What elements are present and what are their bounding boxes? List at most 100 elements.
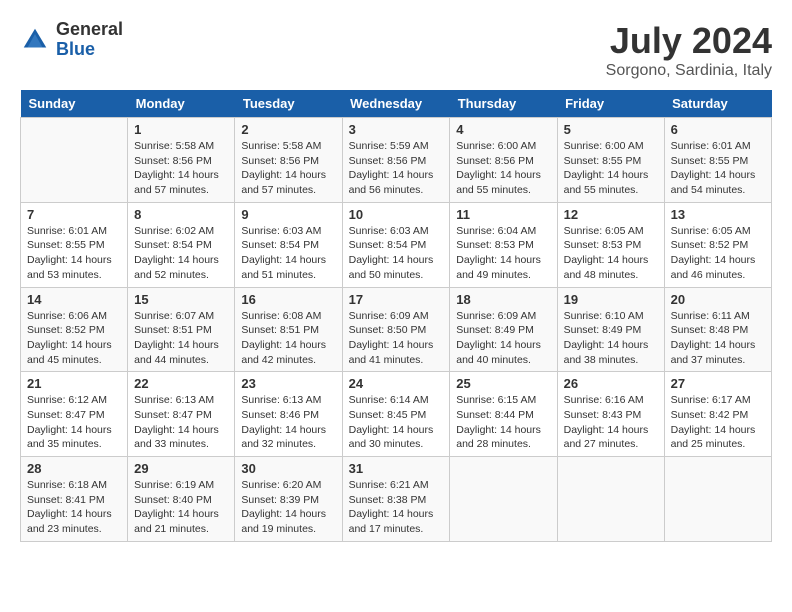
day-number: 28 [27,461,121,476]
calendar-cell: 30 Sunrise: 6:20 AMSunset: 8:39 PMDayligh… [235,457,342,542]
day-info: Sunrise: 6:18 AMSunset: 8:41 PMDaylight:… [27,478,121,537]
day-info: Sunrise: 6:01 AMSunset: 8:55 PMDaylight:… [671,139,765,198]
day-info: Sunrise: 6:10 AMSunset: 8:49 PMDaylight:… [564,309,658,368]
calendar-cell: 8 Sunrise: 6:02 AMSunset: 8:54 PMDaylight… [128,202,235,287]
calendar-cell [21,118,128,203]
day-number: 24 [349,376,444,391]
day-number: 30 [241,461,335,476]
day-info: Sunrise: 6:07 AMSunset: 8:51 PMDaylight:… [134,309,228,368]
day-number: 7 [27,207,121,222]
calendar-cell [664,457,771,542]
calendar-cell: 4Sunrise: 6:00 AMSunset: 8:56 PMDaylight… [450,118,557,203]
day-info: Sunrise: 6:08 AMSunset: 8:51 PMDaylight:… [241,309,335,368]
day-number: 11 [456,207,550,222]
day-number: 3 [349,122,444,137]
calendar-cell: 24 Sunrise: 6:14 AMSunset: 8:45 PMDayligh… [342,372,450,457]
calendar-cell: 26Sunrise: 6:16 AMSunset: 8:43 PMDayligh… [557,372,664,457]
day-number: 21 [27,376,121,391]
day-info: Sunrise: 6:04 AMSunset: 8:53 PMDaylight:… [456,224,550,283]
calendar-cell: 18 Sunrise: 6:09 AMSunset: 8:49 PMDayligh… [450,287,557,372]
day-info: Sunrise: 6:13 AMSunset: 8:46 PMDaylight:… [241,393,335,452]
day-info: Sunrise: 5:58 AMSunset: 8:56 PMDaylight:… [134,139,228,198]
day-number: 2 [241,122,335,137]
day-info: Sunrise: 6:12 AMSunset: 8:47 PMDaylight:… [27,393,121,452]
calendar-week-row: 7Sunrise: 6:01 AMSunset: 8:55 PMDaylight… [21,202,772,287]
day-info: Sunrise: 6:09 AMSunset: 8:50 PMDaylight:… [349,309,444,368]
logo-icon [20,25,50,55]
calendar-cell: 15 Sunrise: 6:07 AMSunset: 8:51 PMDayligh… [128,287,235,372]
day-number: 12 [564,207,658,222]
day-info: Sunrise: 6:16 AMSunset: 8:43 PMDaylight:… [564,393,658,452]
day-number: 6 [671,122,765,137]
day-info: Sunrise: 6:03 AMSunset: 8:54 PMDaylight:… [241,224,335,283]
day-number: 18 [456,292,550,307]
day-number: 27 [671,376,765,391]
calendar-cell: 2Sunrise: 5:58 AMSunset: 8:56 PMDaylight… [235,118,342,203]
calendar-cell: 16 Sunrise: 6:08 AMSunset: 8:51 PMDayligh… [235,287,342,372]
day-number: 19 [564,292,658,307]
calendar-cell: 9 Sunrise: 6:03 AMSunset: 8:54 PMDaylight… [235,202,342,287]
calendar-cell: 25Sunrise: 6:15 AMSunset: 8:44 PMDayligh… [450,372,557,457]
day-number: 29 [134,461,228,476]
day-number: 14 [27,292,121,307]
day-info: Sunrise: 6:17 AMSunset: 8:42 PMDaylight:… [671,393,765,452]
day-number: 23 [241,376,335,391]
day-info: Sunrise: 6:21 AMSunset: 8:38 PMDaylight:… [349,478,444,537]
calendar-cell: 21 Sunrise: 6:12 AMSunset: 8:47 PMDayligh… [21,372,128,457]
location-subtitle: Sorgono, Sardinia, Italy [606,62,772,80]
day-info: Sunrise: 5:59 AMSunset: 8:56 PMDaylight:… [349,139,444,198]
day-info: Sunrise: 6:11 AMSunset: 8:48 PMDaylight:… [671,309,765,368]
day-info: Sunrise: 6:00 AMSunset: 8:55 PMDaylight:… [564,139,658,198]
calendar-cell: 6 Sunrise: 6:01 AMSunset: 8:55 PMDaylight… [664,118,771,203]
calendar-cell: 14 Sunrise: 6:06 AMSunset: 8:52 PMDayligh… [21,287,128,372]
calendar-cell: 20Sunrise: 6:11 AMSunset: 8:48 PMDayligh… [664,287,771,372]
month-year-title: July 2024 [606,20,772,62]
logo: General Blue [20,20,123,60]
calendar-cell: 5 Sunrise: 6:00 AMSunset: 8:55 PMDaylight… [557,118,664,203]
day-info: Sunrise: 6:09 AMSunset: 8:49 PMDaylight:… [456,309,550,368]
calendar-cell [450,457,557,542]
day-header-wednesday: Wednesday [342,90,450,118]
calendar-cell: 19 Sunrise: 6:10 AMSunset: 8:49 PMDayligh… [557,287,664,372]
day-header-tuesday: Tuesday [235,90,342,118]
calendar-cell: 29 Sunrise: 6:19 AMSunset: 8:40 PMDayligh… [128,457,235,542]
day-number: 13 [671,207,765,222]
day-number: 17 [349,292,444,307]
day-number: 25 [456,376,550,391]
day-info: Sunrise: 6:02 AMSunset: 8:54 PMDaylight:… [134,224,228,283]
calendar-week-row: 1 Sunrise: 5:58 AMSunset: 8:56 PMDaylight… [21,118,772,203]
day-info: Sunrise: 6:19 AMSunset: 8:40 PMDaylight:… [134,478,228,537]
day-number: 15 [134,292,228,307]
day-header-saturday: Saturday [664,90,771,118]
calendar-table: SundayMondayTuesdayWednesdayThursdayFrid… [20,90,772,542]
logo-blue: Blue [56,40,123,60]
calendar-cell: 7Sunrise: 6:01 AMSunset: 8:55 PMDaylight… [21,202,128,287]
calendar-cell: 28 Sunrise: 6:18 AMSunset: 8:41 PMDayligh… [21,457,128,542]
day-info: Sunrise: 6:20 AMSunset: 8:39 PMDaylight:… [241,478,335,537]
day-info: Sunrise: 6:05 AMSunset: 8:52 PMDaylight:… [671,224,765,283]
day-info: Sunrise: 6:14 AMSunset: 8:45 PMDaylight:… [349,393,444,452]
day-info: Sunrise: 6:13 AMSunset: 8:47 PMDaylight:… [134,393,228,452]
day-number: 1 [134,122,228,137]
calendar-week-row: 28 Sunrise: 6:18 AMSunset: 8:41 PMDayligh… [21,457,772,542]
day-number: 8 [134,207,228,222]
day-number: 10 [349,207,444,222]
calendar-cell: 1 Sunrise: 5:58 AMSunset: 8:56 PMDaylight… [128,118,235,203]
calendar-cell: 11 Sunrise: 6:04 AMSunset: 8:53 PMDayligh… [450,202,557,287]
day-number: 31 [349,461,444,476]
page-header: General Blue July 2024 Sorgono, Sardinia… [20,20,772,80]
day-number: 22 [134,376,228,391]
calendar-cell [557,457,664,542]
title-section: July 2024 Sorgono, Sardinia, Italy [606,20,772,80]
day-number: 9 [241,207,335,222]
logo-general: General [56,20,123,40]
day-info: Sunrise: 6:05 AMSunset: 8:53 PMDaylight:… [564,224,658,283]
calendar-cell: 27 Sunrise: 6:17 AMSunset: 8:42 PMDayligh… [664,372,771,457]
calendar-cell: 17 Sunrise: 6:09 AMSunset: 8:50 PMDayligh… [342,287,450,372]
calendar-cell: 3 Sunrise: 5:59 AMSunset: 8:56 PMDaylight… [342,118,450,203]
day-number: 5 [564,122,658,137]
day-header-monday: Monday [128,90,235,118]
day-number: 16 [241,292,335,307]
calendar-cell: 10Sunrise: 6:03 AMSunset: 8:54 PMDayligh… [342,202,450,287]
day-info: Sunrise: 6:06 AMSunset: 8:52 PMDaylight:… [27,309,121,368]
